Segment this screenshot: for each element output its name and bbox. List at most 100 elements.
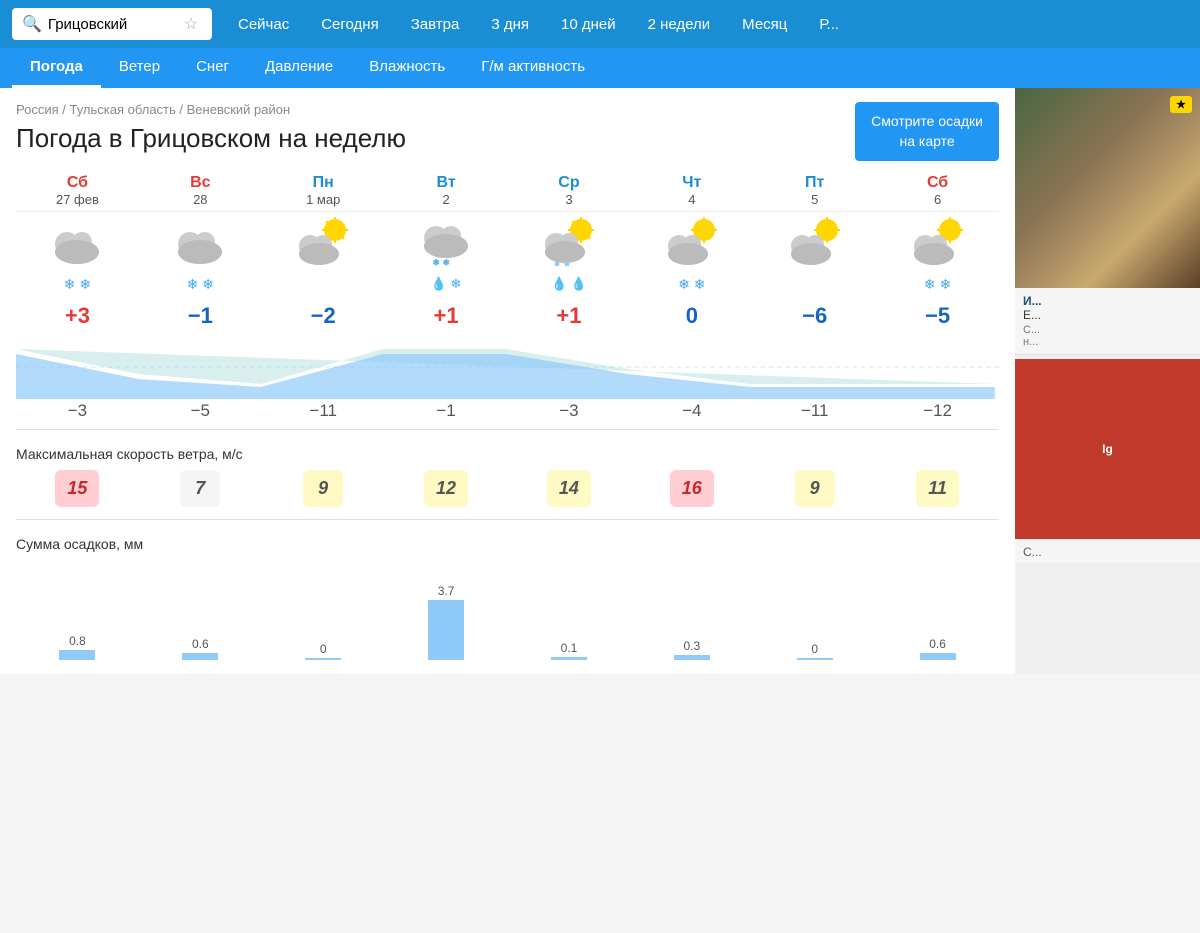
day-name-6: Пт bbox=[755, 174, 874, 192]
precip-bar-6 bbox=[797, 658, 833, 660]
nav-2weeks[interactable]: 2 недели bbox=[632, 10, 727, 39]
day-name-5: Чт bbox=[632, 174, 751, 192]
temp-band-svg bbox=[16, 329, 999, 399]
day-name-2: Пн bbox=[264, 174, 383, 192]
weather-icon-4 bbox=[508, 212, 631, 273]
nav-more[interactable]: Р... bbox=[803, 10, 855, 39]
sidebar-ad-bottom: С... bbox=[1015, 541, 1200, 563]
sidebar-ad-title: И... bbox=[1023, 294, 1192, 308]
day-0: Сб 27 фев bbox=[16, 168, 139, 211]
breadcrumb-district[interactable]: Веневский район bbox=[187, 102, 291, 117]
lo-temp-3: −1 bbox=[385, 401, 508, 421]
precip-val-0: 0.8 bbox=[69, 634, 86, 648]
content-area: Россия / Тульская область / Веневский ра… bbox=[0, 88, 1015, 674]
lo-temp-0: −3 bbox=[16, 401, 139, 421]
precip-icons-row: ❄ ❄ ❄ ❄ 💧 ❄ 💧 💧 ❄ ❄ ❄ ❄ bbox=[16, 273, 999, 295]
wind-cell-4: 14 bbox=[508, 470, 631, 507]
precip-icon-4: 💧 💧 bbox=[508, 273, 631, 295]
weather-icons-row: ❄ ❄ bbox=[16, 212, 999, 273]
precip-val-5: 0.3 bbox=[683, 639, 700, 653]
hi-temp-4: +1 bbox=[508, 303, 631, 329]
wind-value-4: 14 bbox=[547, 470, 591, 507]
breadcrumb-russia[interactable]: Россия bbox=[16, 102, 59, 117]
day-name-7: Сб bbox=[878, 174, 997, 192]
lo-temps-row: −3 −5 −11 −1 −3 −4 −11 −12 bbox=[16, 401, 999, 421]
nav-month[interactable]: Месяц bbox=[726, 10, 803, 39]
favorite-icon[interactable]: ☆ bbox=[184, 14, 198, 34]
nav-now[interactable]: Сейчас bbox=[222, 10, 305, 39]
nav-geo[interactable]: Г/м активность bbox=[463, 48, 603, 88]
wind-value-7: 11 bbox=[916, 470, 959, 507]
day-date-5: 4 bbox=[632, 192, 751, 207]
precip-chart: 0.8 0.6 0 3.7 0.1 bbox=[16, 560, 999, 660]
nav-tomorrow[interactable]: Завтра bbox=[395, 10, 476, 39]
breadcrumb-sep1: / bbox=[62, 102, 69, 117]
second-nav: Погода Ветер Снег Давление Влажность Г/м… bbox=[0, 48, 1200, 88]
day-2: Пн 1 мар bbox=[262, 168, 385, 211]
sidebar-ad-desc: С...н... bbox=[1023, 324, 1192, 348]
nav-10days[interactable]: 10 дней bbox=[545, 10, 632, 39]
lo-temp-4: −3 bbox=[508, 401, 631, 421]
sidebar-ad-bottom-text: С... bbox=[1023, 545, 1042, 559]
precip-val-1: 0.6 bbox=[192, 637, 209, 651]
top-nav: 🔍 ☆ Сейчас Сегодня Завтра 3 дня 10 дней … bbox=[0, 0, 1200, 48]
search-icon: 🔍 bbox=[22, 14, 42, 34]
precip-val-6: 0 bbox=[811, 642, 818, 656]
breadcrumb: Россия / Тульская область / Веневский ра… bbox=[16, 102, 406, 117]
precip-bar-5 bbox=[674, 655, 710, 660]
search-box: 🔍 ☆ bbox=[12, 8, 212, 40]
wind-cell-1: 7 bbox=[139, 470, 262, 507]
wind-row: 15 7 9 12 14 16 9 11 bbox=[16, 470, 999, 507]
nav-snow[interactable]: Снег bbox=[178, 48, 247, 88]
wind-cell-6: 9 bbox=[753, 470, 876, 507]
precip-icon-6 bbox=[753, 273, 876, 295]
svg-text:❄: ❄ bbox=[432, 258, 440, 266]
hi-temp-3: +1 bbox=[385, 303, 508, 329]
wind-value-2: 9 bbox=[303, 470, 343, 507]
precip-icon-7: ❄ ❄ bbox=[876, 273, 999, 295]
weather-icon-5 bbox=[630, 212, 753, 273]
weather-icon-0 bbox=[16, 212, 139, 273]
sidebar-ad-second[interactable]: Ig bbox=[1015, 359, 1200, 539]
nav-weather[interactable]: Погода bbox=[12, 48, 101, 88]
precip-icon-0: ❄ ❄ bbox=[16, 273, 139, 295]
hi-temp-1: −1 bbox=[139, 303, 262, 329]
day-3: Вт 2 bbox=[385, 168, 508, 211]
sidebar-ad-top[interactable]: ★ bbox=[1015, 88, 1200, 288]
day-5: Чт 4 bbox=[630, 168, 753, 211]
day-date-2: 1 мар bbox=[264, 192, 383, 207]
precip-section-label: Сумма осадков, мм bbox=[16, 536, 999, 552]
weather-icon-7 bbox=[876, 212, 999, 273]
nav-humidity[interactable]: Влажность bbox=[351, 48, 463, 88]
wind-value-0: 15 bbox=[55, 470, 99, 507]
day-name-3: Вт bbox=[387, 174, 506, 192]
day-date-3: 2 bbox=[387, 192, 506, 207]
search-input[interactable] bbox=[48, 16, 178, 33]
wind-cell-7: 11 bbox=[876, 470, 999, 507]
precip-val-3: 3.7 bbox=[438, 584, 455, 598]
wind-cell-0: 15 bbox=[16, 470, 139, 507]
wind-value-3: 12 bbox=[424, 470, 468, 507]
breadcrumb-region[interactable]: Тульская область bbox=[70, 102, 176, 117]
nav-3days[interactable]: 3 дня bbox=[475, 10, 545, 39]
precip-val-7: 0.6 bbox=[929, 637, 946, 651]
map-button[interactable]: Смотрите осадки на карте bbox=[855, 102, 999, 161]
day-4: Ср 3 bbox=[508, 168, 631, 211]
precip-icon-1: ❄ ❄ bbox=[139, 273, 262, 295]
nav-today[interactable]: Сегодня bbox=[305, 10, 395, 39]
precip-bar-4 bbox=[551, 657, 587, 660]
day-date-4: 3 bbox=[510, 192, 629, 207]
day-date-7: 6 bbox=[878, 192, 997, 207]
nav-wind[interactable]: Ветер bbox=[101, 48, 178, 88]
temp-chart-area: +3 −1 −2 +1 +1 0 −6 −5 −3 −5 bbox=[16, 303, 999, 421]
wind-cell-3: 12 bbox=[385, 470, 508, 507]
wind-section-label: Максимальная скорость ветра, м/с bbox=[16, 446, 999, 462]
days-row: Сб 27 фев Вс 28 Пн 1 мар Вт 2 Ср 3 Чт 4 bbox=[16, 168, 999, 212]
page-title: Погода в Грицовском на неделю bbox=[16, 123, 406, 154]
precip-val-4: 0.1 bbox=[561, 641, 578, 655]
nav-pressure[interactable]: Давление bbox=[247, 48, 351, 88]
weather-icon-3: ❄ ❄ bbox=[385, 212, 508, 273]
hi-temp-2: −2 bbox=[262, 303, 385, 329]
precip-bar-0 bbox=[59, 650, 95, 660]
lo-temp-6: −11 bbox=[753, 401, 876, 421]
